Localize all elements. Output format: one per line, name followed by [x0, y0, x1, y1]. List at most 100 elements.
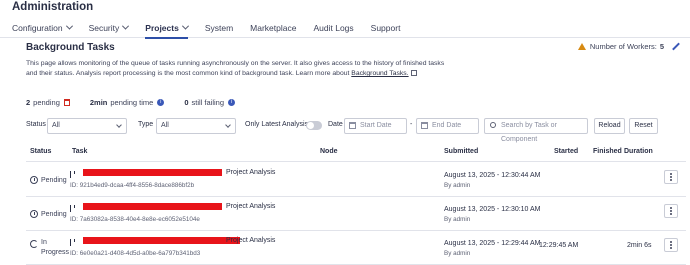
failing-label: still failing — [191, 98, 225, 107]
col-node: Node — [320, 148, 338, 155]
nav-label: Marketplace — [250, 22, 297, 33]
duration: 2min 6s — [627, 242, 652, 249]
table-row: Pending Project Analysis ID: 921b4ed9-dc… — [26, 163, 686, 197]
dot-icon — [670, 210, 672, 212]
info-icon[interactable]: i — [157, 99, 165, 106]
page-title: Background Tasks — [26, 42, 115, 53]
nav-projects[interactable]: Projects — [145, 17, 189, 39]
row-actions-button[interactable] — [664, 238, 678, 252]
status-text: In Progress — [41, 238, 69, 258]
type-select[interactable]: All — [156, 118, 236, 134]
status-line: In — [41, 239, 47, 246]
redacted-project-name — [83, 203, 222, 210]
task-kind: Project Analysis — [226, 169, 276, 176]
search-placeholder: Search by Task or Component — [501, 122, 557, 143]
type-filter-label: Type — [138, 121, 154, 128]
external-link-icon — [410, 70, 417, 76]
clock-icon — [30, 210, 38, 218]
edit-pencil-icon[interactable] — [671, 42, 680, 51]
calendar-icon — [349, 122, 356, 129]
task-status: In Progress — [30, 238, 69, 258]
task-id: ID: 7a63082a-8538-40e4-8e8e-ec6052e5104e — [70, 216, 200, 223]
chevron-down-icon — [122, 22, 130, 30]
nav-marketplace[interactable]: Marketplace — [250, 17, 296, 38]
latest-analysis-label: Only Latest Analysis — [245, 121, 309, 128]
task-id: ID: 921b4ed9-dcaa-4ff4-8556-8dace886bf2b — [70, 182, 195, 189]
nav-system[interactable]: System — [205, 17, 233, 38]
nav-label: Configuration — [12, 22, 63, 33]
task-status: Pending — [30, 176, 67, 184]
task-stats: 2 pending 2min pending time i 0 still fa… — [26, 98, 255, 107]
nav-label: Projects — [145, 22, 179, 33]
dot-icon — [670, 173, 672, 175]
reload-button[interactable]: Reload — [594, 118, 625, 134]
redacted-project-name — [83, 237, 240, 244]
app-title: Administration — [12, 1, 94, 13]
workers-label: Number of Workers: — [589, 42, 657, 51]
nav-configuration[interactable]: Configuration — [12, 17, 73, 38]
type-select-value: All — [161, 122, 169, 129]
submitted-time: August 13, 2025 - 12:30:10 AM — [444, 206, 541, 213]
nav-label: Audit Logs — [313, 22, 354, 33]
end-date-input[interactable]: End Date — [416, 118, 479, 134]
reset-button[interactable]: Reset — [629, 118, 658, 134]
task-id: ID: 6e0e0a21-d408-4d5d-a0be-6a797b341bd3 — [70, 250, 201, 257]
top-header: Administration Configuration Security Pr… — [0, 0, 690, 39]
task-kind: Project Analysis — [226, 203, 276, 210]
dot-icon — [670, 213, 672, 215]
failing-count: 0 — [184, 98, 189, 107]
status-select[interactable]: All — [47, 118, 127, 134]
search-input[interactable]: Search by Task or Component — [484, 118, 588, 143]
start-date-input[interactable]: Start Date — [344, 118, 407, 134]
workers-info: Number of Workers: 5 — [577, 42, 680, 51]
nav-support[interactable]: Support — [371, 17, 401, 38]
nav-label: System — [204, 22, 234, 33]
chevron-down-icon — [225, 122, 231, 128]
col-task: Task — [72, 148, 88, 155]
submitted-time: August 13, 2025 - 12:29:44 AM — [444, 240, 541, 247]
col-finished: Finished — [593, 148, 622, 155]
pending-count: 2 — [26, 98, 31, 107]
row-actions-button[interactable] — [664, 170, 678, 184]
pending-time-value: 2min — [89, 98, 108, 107]
pending-time-stat: 2min pending time i — [89, 98, 165, 107]
dot-icon — [670, 207, 672, 209]
table-row: Pending Project Analysis ID: 7a63082a-85… — [26, 197, 686, 231]
nav-audit-logs[interactable]: Audit Logs — [313, 17, 353, 38]
table-header: Status Task Node Submitted Started Finis… — [26, 144, 686, 162]
warning-icon — [577, 43, 586, 50]
nav-label: Support — [370, 22, 401, 33]
dot-icon — [670, 179, 672, 181]
latest-analysis-toggle[interactable] — [306, 121, 322, 130]
started-time: 12:29:45 AM — [539, 242, 579, 249]
dot-icon — [670, 241, 672, 243]
date-separator: - — [410, 121, 413, 128]
row-actions-button[interactable] — [664, 204, 678, 218]
background-tasks-link[interactable]: Background Tasks. — [351, 70, 408, 77]
dot-icon — [670, 247, 672, 249]
start-date-placeholder: Start Date — [360, 122, 392, 129]
dot-icon — [670, 244, 672, 246]
col-duration: Duration — [624, 148, 653, 155]
task-kind: Project Analysis — [226, 237, 276, 244]
status-text: Pending — [41, 210, 67, 218]
chevron-down-icon — [181, 22, 189, 30]
chevron-down-icon — [65, 22, 73, 30]
calendar-icon — [421, 122, 428, 129]
pending-time-label: pending time — [110, 98, 154, 107]
page-description: This page allows monitoring of the queue… — [26, 59, 446, 79]
col-started: Started — [554, 148, 579, 155]
status-text: Pending — [41, 176, 67, 184]
submitted-by: By admin — [444, 182, 471, 189]
nav-security[interactable]: Security — [89, 17, 130, 38]
trash-icon[interactable] — [63, 99, 70, 106]
filter-bar: Status All Type All Only Latest Analysis… — [26, 118, 686, 143]
pending-label: pending — [33, 98, 60, 107]
chevron-down-icon — [116, 122, 122, 128]
branch-icon — [70, 205, 75, 212]
clock-icon — [30, 176, 38, 184]
branch-icon — [70, 239, 75, 246]
info-icon[interactable]: i — [228, 99, 236, 106]
failing-stat: 0 still failing i — [184, 98, 236, 107]
submitted-by: By admin — [444, 250, 471, 257]
